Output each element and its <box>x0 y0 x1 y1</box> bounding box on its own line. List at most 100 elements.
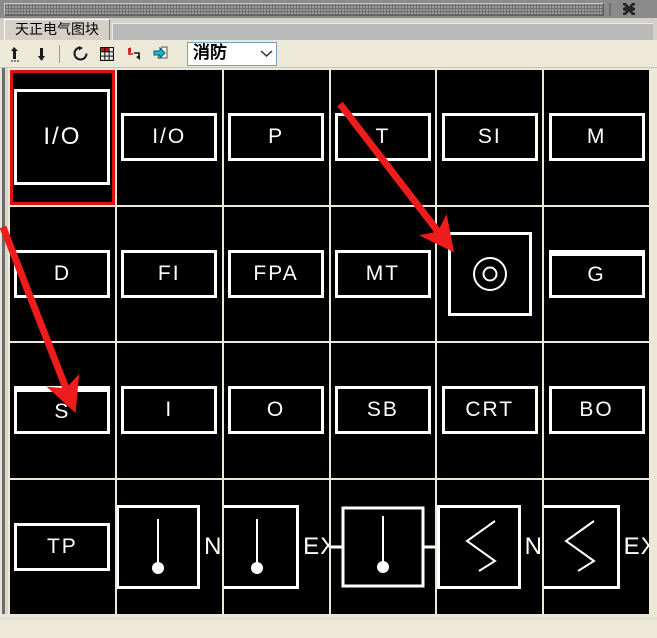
grid-view-glyph <box>100 46 114 61</box>
edit-block-icon[interactable] <box>149 42 173 66</box>
block-cell-zigzag-ex[interactable]: EX <box>544 479 649 614</box>
tab-strip-empty-area <box>112 23 653 40</box>
block-cell-fpa[interactable]: FPA <box>223 206 329 341</box>
block-outside-label: EX <box>623 532 649 560</box>
block-symbol-rect: BO <box>548 386 645 435</box>
block-symbol-pendant-group: N <box>116 504 222 589</box>
block-symbol-rect: FI <box>121 249 218 298</box>
block-symbol-rect: TP <box>14 522 111 571</box>
block-cell-pendant-ex[interactable]: EX <box>223 479 329 614</box>
insert-block-icon[interactable] <box>122 42 146 66</box>
block-label: T <box>375 125 391 149</box>
block-symbol-zigzag-group: EX <box>544 504 649 589</box>
block-symbol-rect-header: S <box>14 386 111 435</box>
block-cell-t[interactable]: T <box>330 70 436 205</box>
category-dropdown[interactable]: 消防 <box>187 41 277 66</box>
block-label: SI <box>477 125 502 149</box>
block-symbol-rect: SI <box>441 113 538 162</box>
block-label: BO <box>579 398 614 422</box>
block-cell-d[interactable]: D <box>10 206 115 341</box>
block-label: D <box>53 261 71 285</box>
chevron-down-icon[interactable] <box>256 49 276 58</box>
tangent-electric-block-panel: 天正电气图块 消防 I/O I/O P T SI M D FI FPA MT G… <box>0 0 657 638</box>
block-canvas: I/OI/OPTSIMDFIFPAMTGSIOSBCRTBOTPNEXNEX <box>0 68 657 638</box>
block-symbol-pendant-leads-group <box>330 504 436 590</box>
block-label: O <box>266 398 286 422</box>
panel-bottom-strip <box>0 618 657 638</box>
block-cell-zigzag-n[interactable]: N <box>437 479 543 614</box>
block-symbol-rect: I <box>121 386 218 435</box>
block-symbol-zigzag-group: N <box>437 504 543 589</box>
block-label: SB <box>366 398 399 422</box>
block-outside-label: N <box>204 532 222 560</box>
block-cell-s[interactable]: S <box>10 343 115 478</box>
block-grid: I/OI/OPTSIMDFIFPAMTGSIOSBCRTBOTPNEXNEX <box>10 70 649 614</box>
block-label: MT <box>365 261 401 285</box>
block-label: S <box>54 399 71 423</box>
block-label: P <box>268 125 285 149</box>
pendant-detector-icon <box>251 518 264 574</box>
block-cell-m[interactable]: M <box>544 70 649 205</box>
block-cell-p[interactable]: P <box>223 70 329 205</box>
block-cell-crt[interactable]: CRT <box>437 343 543 478</box>
tab-strip: 天正电气图块 <box>0 18 657 40</box>
vertical-scrollbar[interactable] <box>0 68 8 614</box>
block-cell-fi[interactable]: FI <box>116 206 222 341</box>
block-cell-mt[interactable]: MT <box>330 206 436 341</box>
category-value: 消防 <box>193 43 227 63</box>
toolbar-separator-1 <box>59 44 60 63</box>
block-cell-bo[interactable]: BO <box>544 343 649 478</box>
block-label: FPA <box>253 261 299 285</box>
block-label: G <box>587 263 606 287</box>
close-x-glyph <box>623 3 635 15</box>
block-cell-i[interactable]: I <box>116 343 222 478</box>
block-cell-tp[interactable]: TP <box>10 479 115 614</box>
move-down-icon[interactable] <box>30 42 54 66</box>
block-cell-io[interactable]: I/O <box>116 70 222 205</box>
insert-block-glyph <box>127 47 140 60</box>
block-label: I <box>165 398 174 422</box>
pendant-detector-with-leads-icon <box>330 506 436 588</box>
titlebar-divider <box>609 2 611 16</box>
block-symbol-pendant <box>116 504 201 589</box>
tab-electric-blocks[interactable]: 天正电气图块 <box>4 19 110 40</box>
block-symbol-rect-header: G <box>548 249 645 298</box>
block-symbol-zigzag <box>544 504 620 589</box>
block-cell-pendant-n[interactable]: N <box>116 479 222 614</box>
block-symbol-rect: D <box>14 249 111 298</box>
block-symbol-rect: SB <box>334 386 431 435</box>
block-label: I/O <box>152 125 187 149</box>
block-symbol-rect: T <box>334 113 431 162</box>
block-label: I/O <box>43 123 82 151</box>
move-up-glyph <box>11 46 19 62</box>
block-cell-o[interactable]: O <box>223 343 329 478</box>
refresh-glyph <box>73 46 87 61</box>
block-cell-g[interactable]: G <box>544 206 649 341</box>
block-symbol-rect: FPA <box>228 249 325 298</box>
edit-block-glyph <box>153 46 168 60</box>
block-outside-label: N <box>524 532 543 560</box>
block-cell-pendant-leads[interactable] <box>330 479 436 614</box>
bullseye-icon <box>472 256 507 291</box>
block-label: TP <box>46 534 78 558</box>
pendant-detector-icon <box>152 518 165 574</box>
window-gripper[interactable] <box>4 3 604 16</box>
block-label: M <box>586 125 607 149</box>
block-symbol-bullseye <box>447 231 532 316</box>
zigzag-sounder-icon <box>464 519 497 572</box>
block-symbol-pendant <box>223 504 300 589</box>
block-label: CRT <box>465 398 515 422</box>
block-cell-io-large[interactable]: I/O <box>10 70 115 205</box>
move-up-icon[interactable] <box>3 42 27 66</box>
block-symbol-rect: M <box>548 113 645 162</box>
grid-view-icon[interactable] <box>95 42 119 66</box>
close-icon[interactable] <box>618 1 640 17</box>
block-cell-bullseye[interactable] <box>437 206 543 341</box>
block-symbol-square: I/O <box>14 89 111 186</box>
block-cell-sb[interactable]: SB <box>330 343 436 478</box>
block-symbol-rect: O <box>228 386 325 435</box>
block-label: FI <box>157 261 181 285</box>
refresh-icon[interactable] <box>68 42 92 66</box>
block-symbol-zigzag <box>437 504 521 589</box>
block-cell-si[interactable]: SI <box>437 70 543 205</box>
